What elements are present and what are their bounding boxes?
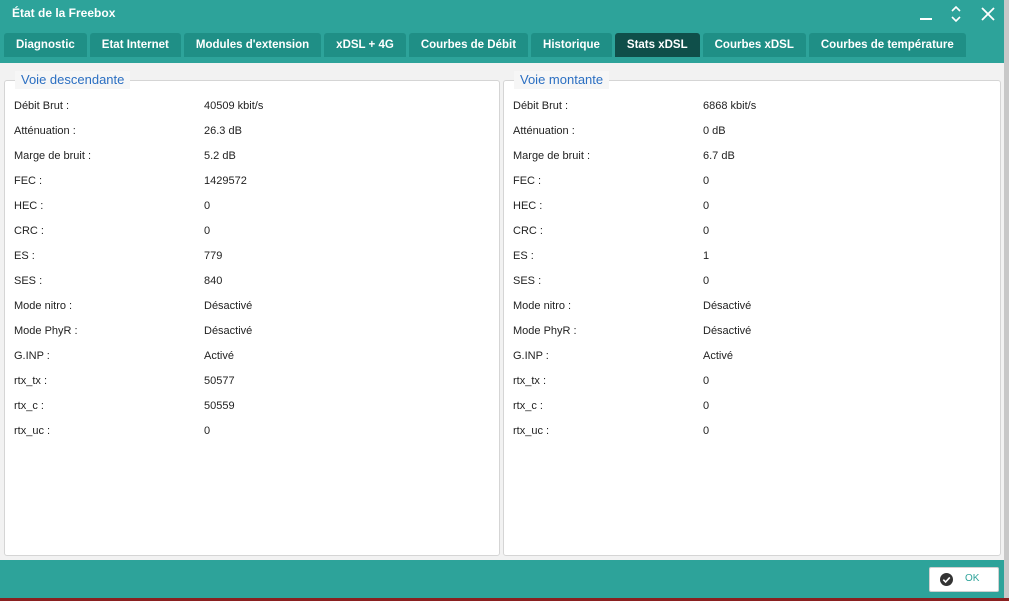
- stat-label: Mode nitro :: [513, 300, 572, 312]
- stat-value: 0: [703, 175, 710, 187]
- upstream-legend: Voie montante: [514, 71, 610, 89]
- stat-label: CRC :: [513, 225, 543, 237]
- stat-label: Atténuation :: [14, 125, 76, 137]
- stat-value: Activé: [204, 350, 234, 362]
- stat-value: 5.2 dB: [204, 150, 236, 162]
- stat-label: SES :: [513, 275, 542, 287]
- downstream-legend: Voie descendante: [15, 71, 131, 89]
- tab-courbes-temperature[interactable]: Courbes de température: [808, 33, 966, 57]
- stat-label: Mode PhyR :: [513, 325, 577, 337]
- stat-label: rtx_tx :: [14, 375, 48, 387]
- stat-value: Désactivé: [204, 325, 253, 337]
- stat-value: Désactivé: [703, 300, 752, 312]
- stat-label: HEC :: [14, 200, 44, 212]
- stat-label: SES :: [14, 275, 43, 287]
- stat-label: Atténuation :: [513, 125, 575, 137]
- stat-label: ES :: [513, 250, 534, 262]
- background-strip: [1004, 0, 1009, 601]
- stat-label: Marge de bruit :: [513, 150, 591, 162]
- stat-value: Désactivé: [703, 325, 752, 337]
- stat-label: rtx_c :: [14, 400, 44, 412]
- title-bar[interactable]: État de la Freebox: [0, 0, 1004, 30]
- stat-label: rtx_c :: [513, 400, 543, 412]
- stat-value: 0 dB: [703, 125, 726, 137]
- tab-xdsl-4g[interactable]: xDSL + 4G: [324, 33, 406, 57]
- stat-value: 0: [703, 275, 710, 287]
- stat-value: 0: [703, 200, 710, 212]
- ok-button[interactable]: OK: [929, 567, 999, 592]
- stat-value: 840: [204, 275, 223, 287]
- tab-modules-extension[interactable]: Modules d'extension: [183, 33, 322, 57]
- window-title: État de la Freebox: [12, 6, 116, 20]
- stat-value: 0: [204, 200, 211, 212]
- upstream-panel: Voie montante Débit Brut : 6868 kbit/s Att…: [503, 71, 1001, 556]
- tab-courbes-debit[interactable]: Courbes de Débit: [408, 33, 529, 57]
- stat-value: Activé: [703, 350, 733, 362]
- stat-value: 0: [703, 400, 710, 412]
- tab-diagnostic[interactable]: Diagnostic: [4, 33, 87, 57]
- stat-value: 779: [204, 250, 223, 262]
- stat-label: ES :: [14, 250, 35, 262]
- stat-value: 50577: [204, 375, 235, 387]
- stat-value: 26.3 dB: [204, 125, 242, 137]
- stat-value: 1: [703, 250, 710, 262]
- stat-label: G.INP :: [513, 350, 549, 362]
- stat-label: rtx_tx :: [513, 375, 547, 387]
- stat-value: 6868 kbit/s: [703, 100, 757, 112]
- stat-label: CRC :: [14, 225, 44, 237]
- footer-bar: OK: [0, 560, 1004, 598]
- stat-label: Débit Brut :: [14, 100, 70, 112]
- stat-label: FEC :: [14, 175, 43, 187]
- stat-value: 40509 kbit/s: [204, 100, 264, 112]
- stat-value: 0: [703, 375, 710, 387]
- stat-value: Désactivé: [204, 300, 253, 312]
- tab-bar: Diagnostic Etat Internet Modules d'exten…: [4, 33, 966, 57]
- stat-value: 0: [204, 425, 211, 437]
- tab-courbes-xdsl[interactable]: Courbes xDSL: [702, 33, 806, 57]
- stat-label: Mode PhyR :: [14, 325, 78, 337]
- close-icon: [981, 7, 995, 21]
- restore-button[interactable]: [941, 0, 971, 28]
- tab-stats-xdsl[interactable]: Stats xDSL: [614, 33, 700, 57]
- stat-value: 0: [703, 225, 710, 237]
- restore-icon: [951, 5, 961, 23]
- minimize-icon: [920, 18, 932, 20]
- close-button[interactable]: [973, 0, 1003, 28]
- tab-etat-internet[interactable]: Etat Internet: [89, 33, 181, 57]
- stat-value: 50559: [204, 400, 235, 412]
- stat-label: Mode nitro :: [14, 300, 73, 312]
- stat-label: HEC :: [513, 200, 543, 212]
- downstream-panel: Voie descendante Débit Brut : 40509 kbit/…: [4, 71, 500, 556]
- stat-label: FEC :: [513, 175, 542, 187]
- stat-label: Marge de bruit :: [14, 150, 92, 162]
- minimize-button[interactable]: [911, 0, 941, 28]
- stat-label: rtx_uc :: [14, 425, 51, 437]
- check-circle-icon: [940, 573, 953, 586]
- stat-label: Débit Brut :: [513, 100, 569, 112]
- freebox-status-window: État de la Freebox Diagnostic Etat Inter…: [0, 0, 1004, 598]
- ok-label: OK: [965, 573, 980, 584]
- stat-value: 0: [703, 425, 710, 437]
- stat-value: 6.7 dB: [703, 150, 735, 162]
- stat-value: 0: [204, 225, 211, 237]
- stat-value: 1429572: [204, 175, 247, 187]
- tab-content: Voie descendante Débit Brut : 40509 kbit/…: [0, 63, 1004, 560]
- stat-label: rtx_uc :: [513, 425, 550, 437]
- stat-label: G.INP :: [14, 350, 50, 362]
- tab-historique[interactable]: Historique: [531, 33, 612, 57]
